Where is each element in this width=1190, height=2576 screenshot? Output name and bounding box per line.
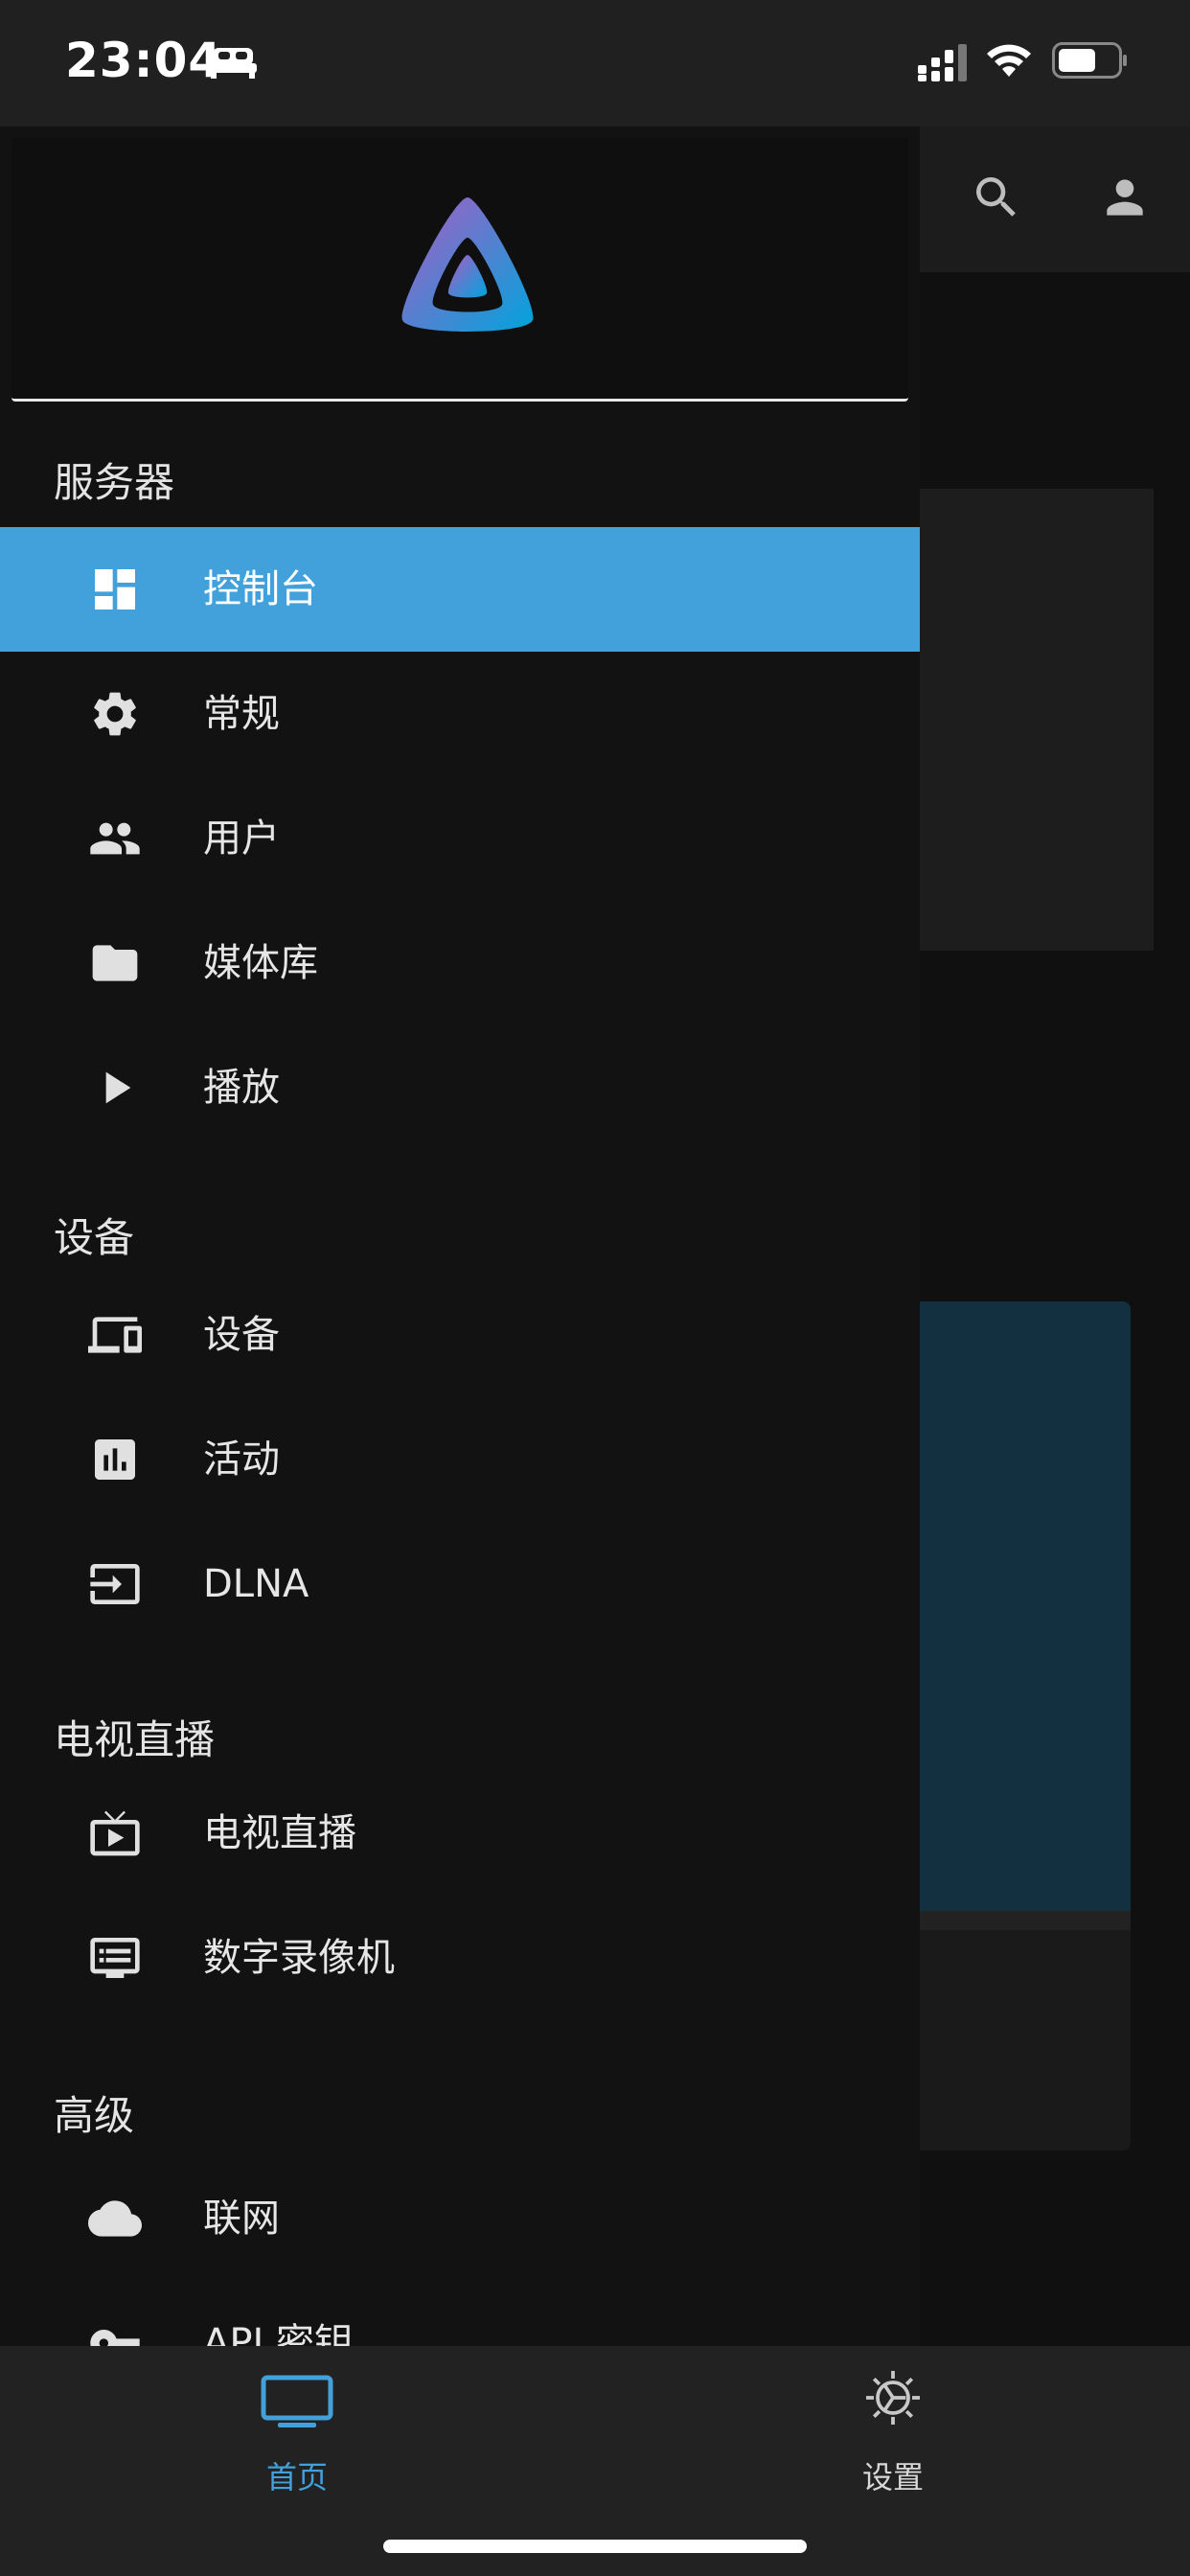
nav-item-users[interactable]: 用户 [0, 776, 920, 901]
live-tv-icon [90, 1810, 140, 1856]
jellyfin-logo-icon[interactable] [391, 192, 544, 345]
nav-item-label: 联网 [203, 2196, 280, 2241]
nav-item-label: 电视直播 [203, 1811, 356, 1855]
background-card [918, 1301, 1131, 1911]
section-title-advanced: 高级 [54, 2092, 135, 2139]
cloud-icon [88, 2200, 142, 2237]
status-time: 23:04 [65, 33, 223, 88]
home-indicator[interactable] [383, 2540, 807, 2553]
nav-item-label: 用户 [203, 816, 280, 861]
nav-item-library[interactable]: 媒体库 [0, 901, 920, 1025]
nav-item-activity[interactable]: 活动 [0, 1397, 920, 1522]
input-icon [90, 1564, 140, 1604]
nav-item-label: DLNA [203, 1562, 309, 1606]
nav-item-label: 媒体库 [203, 941, 318, 985]
background-card [918, 1930, 1131, 2150]
tab-settings[interactable]: 设置 [594, 2346, 1188, 2538]
nav-item-devices[interactable]: 设备 [0, 1273, 920, 1397]
nav-item-label: 控制台 [203, 567, 318, 611]
dvr-icon [90, 1938, 140, 1978]
section-title-devices: 设备 [54, 1214, 135, 1261]
nav-item-label: 活动 [203, 1438, 280, 1482]
cellular-signal-icon [918, 44, 967, 81]
tv-icon [261, 2375, 333, 2427]
wifi-icon [987, 44, 1031, 77]
navigation-drawer: 服务器 控制台 常规 用户 媒体库 播放 设备 设备 活动 DLNA 电视直播 … [0, 126, 920, 2346]
background-card [918, 489, 1154, 951]
gear-icon [94, 692, 136, 736]
section-title-server: 服务器 [54, 459, 175, 506]
nav-item-api-keys[interactable]: API 密钥 [0, 2281, 920, 2346]
key-icon [90, 2330, 140, 2346]
nav-item-live-tv[interactable]: 电视直播 [0, 1771, 920, 1896]
tab-home[interactable]: 首页 [0, 2346, 594, 2538]
devices-icon [88, 1317, 142, 1353]
nav-item-label: 常规 [203, 692, 280, 736]
nav-item-label: 设备 [203, 1313, 280, 1357]
tab-home-label: 首页 [265, 2459, 328, 2496]
nav-item-playback[interactable]: 播放 [0, 1025, 920, 1150]
gear-icon [866, 2371, 920, 2425]
screen: 23:04 服务器 控制台 常规 用户 媒体库 播放 设备 设备 活动 DLNA… [0, 0, 1190, 2576]
sleep-mode-icon [209, 48, 257, 79]
background-card-divider [918, 1911, 1131, 1930]
nav-item-label: 数字录像机 [203, 1936, 395, 1980]
nav-item-dashboard[interactable]: 控制台 [0, 527, 920, 652]
user-icon[interactable] [1098, 171, 1152, 224]
nav-item-general[interactable]: 常规 [0, 652, 920, 776]
nav-item-label: API 密钥 [203, 2321, 353, 2346]
activity-chart-icon [95, 1439, 135, 1480]
status-bar: 23:04 [0, 0, 1190, 126]
dashboard-icon [95, 569, 135, 610]
search-icon[interactable] [970, 171, 1023, 224]
nav-item-networking[interactable]: 联网 [0, 2156, 920, 2281]
nav-item-dvr[interactable]: 数字录像机 [0, 1896, 920, 2020]
users-icon [90, 822, 140, 855]
nav-item-dlna[interactable]: DLNA [0, 1522, 920, 1646]
tab-settings-label: 设置 [861, 2459, 924, 2496]
battery-icon [1052, 42, 1127, 79]
section-title-live-tv: 电视直播 [54, 1716, 216, 1763]
nav-item-label: 播放 [203, 1066, 280, 1110]
folder-icon [92, 945, 138, 981]
drawer-header [11, 138, 908, 402]
play-icon [105, 1071, 131, 1104]
